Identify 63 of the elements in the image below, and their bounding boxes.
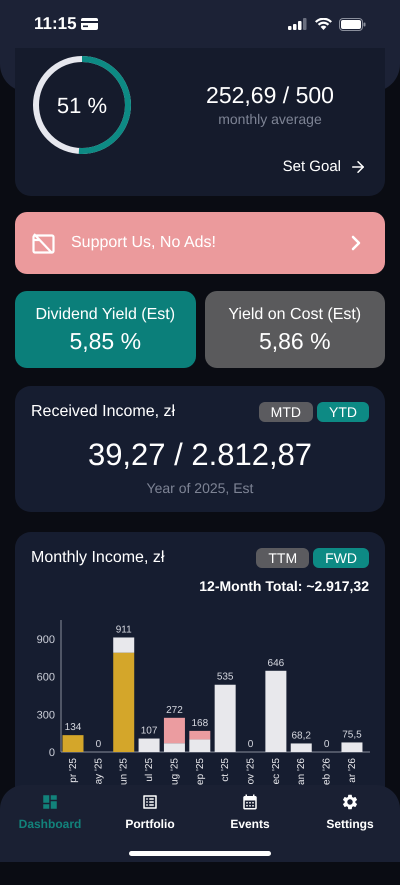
month-label: ec '25 bbox=[270, 758, 282, 784]
banner-text: Support Us, No Ads! bbox=[71, 233, 217, 253]
yield-label: Yield on Cost (Est) bbox=[228, 304, 362, 324]
month-label: ct '25 bbox=[220, 758, 232, 782]
value-label: 646 bbox=[268, 658, 284, 669]
goal-value: 252,69 / 500 bbox=[206, 81, 334, 109]
wifi-icon bbox=[315, 18, 332, 30]
month-label: ar '26 bbox=[346, 758, 358, 783]
value-label: 168 bbox=[191, 718, 208, 729]
goal-percent: 51 % bbox=[56, 92, 108, 120]
set-goal-button[interactable]: Set Goal bbox=[282, 156, 367, 178]
value-label: 0 bbox=[96, 739, 102, 750]
yield-card[interactable]: Dividend Yield (Est) 5,85 % bbox=[15, 291, 196, 368]
axis-tick-label: 600 bbox=[36, 672, 55, 684]
yield-value: 5,86 % bbox=[258, 326, 331, 356]
value-label: 75,5 bbox=[342, 729, 362, 740]
toggle-tab[interactable]: YTD bbox=[317, 402, 369, 422]
month-label: ug '25 bbox=[169, 758, 180, 785]
value-label: 68,2 bbox=[292, 730, 311, 742]
month-label: an '26 bbox=[296, 758, 308, 785]
card-icon bbox=[80, 18, 98, 30]
axis-tick-label: 0 bbox=[48, 747, 55, 759]
toggle-tab[interactable]: FWD bbox=[313, 548, 369, 568]
battery-icon bbox=[339, 18, 366, 30]
tab-item[interactable]: Dashboard bbox=[10, 793, 90, 833]
month-label: ov '25 bbox=[246, 758, 257, 784]
yield-card[interactable]: Yield on Cost (Est) 5,86 % bbox=[204, 291, 385, 368]
bar bbox=[214, 684, 236, 752]
ad-off-icon bbox=[32, 232, 55, 254]
bar bbox=[290, 743, 312, 752]
month-label: ay '25 bbox=[93, 758, 104, 784]
value-label: 272 bbox=[166, 704, 183, 716]
bar bbox=[62, 735, 84, 752]
received-income-caption: Year of 2025, Est bbox=[146, 479, 254, 498]
axis-tick-label: 300 bbox=[36, 709, 55, 722]
month-label: eb '26 bbox=[322, 758, 333, 785]
yield-label: Dividend Yield (Est) bbox=[35, 304, 176, 324]
month-label: ep '25 bbox=[194, 758, 206, 785]
toggle-tab[interactable]: MTD bbox=[258, 402, 313, 422]
value-label: 0 bbox=[248, 739, 254, 750]
card-title: Received Income, zł bbox=[31, 402, 176, 422]
toggle-tab[interactable]: TTM bbox=[256, 548, 310, 568]
bar bbox=[138, 738, 160, 752]
signal-icon bbox=[288, 18, 308, 30]
yield-value: 5,85 % bbox=[69, 326, 142, 356]
goal-caption: monthly average bbox=[218, 110, 322, 129]
bar bbox=[341, 742, 362, 752]
value-label: 107 bbox=[140, 726, 158, 737]
twelve-month-total: 12-Month Total: ~2.917,32 bbox=[198, 577, 370, 596]
received-income-value: 39,27 / 2.812,87 bbox=[86, 436, 314, 474]
value-label: 0 bbox=[324, 739, 330, 750]
month-label: pr '25 bbox=[68, 758, 79, 783]
tab-item[interactable]: Settings bbox=[310, 793, 390, 833]
card-title: Monthly Income, zł bbox=[31, 548, 164, 568]
value-label: 535 bbox=[216, 672, 234, 683]
month-label: ul '25 bbox=[144, 758, 156, 782]
tab-item[interactable]: Portfolio bbox=[110, 793, 190, 833]
value-label: 911 bbox=[116, 624, 132, 636]
tab-item[interactable]: Events bbox=[210, 793, 290, 833]
clock: 11:15 bbox=[34, 13, 77, 36]
month-label: un '25 bbox=[118, 758, 130, 785]
axis-tick-label: 900 bbox=[36, 634, 55, 646]
value-label: 134 bbox=[64, 722, 82, 734]
